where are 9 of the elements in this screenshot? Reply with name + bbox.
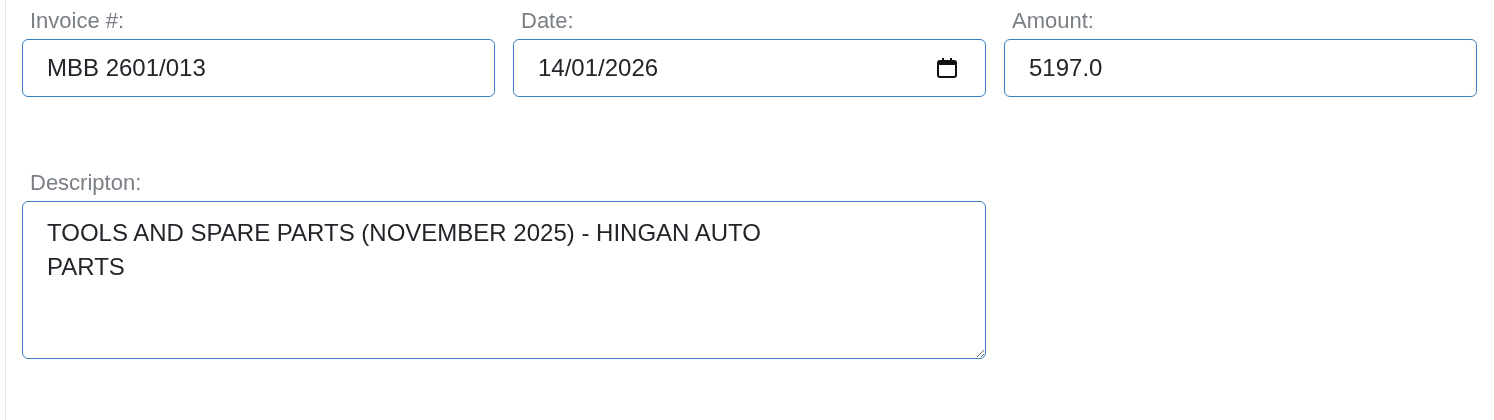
field-label: Invoice #: xyxy=(30,8,126,34)
field-label: Descripton: xyxy=(30,170,143,196)
text-field[interactable]: MBB 2601/013 xyxy=(22,39,495,97)
calendar-icon[interactable] xyxy=(936,57,958,79)
description-field[interactable]: TOOLS AND SPARE PARTS (NOVEMBER 2025) - HINGAN AUTO PARTS xyxy=(22,201,986,359)
text-field[interactable]: 5197.0 xyxy=(1004,39,1477,97)
field-label: Amount: xyxy=(1012,8,1095,34)
field-label: Date: xyxy=(521,8,575,34)
date-field[interactable]: 14/01/2026 xyxy=(513,39,986,97)
